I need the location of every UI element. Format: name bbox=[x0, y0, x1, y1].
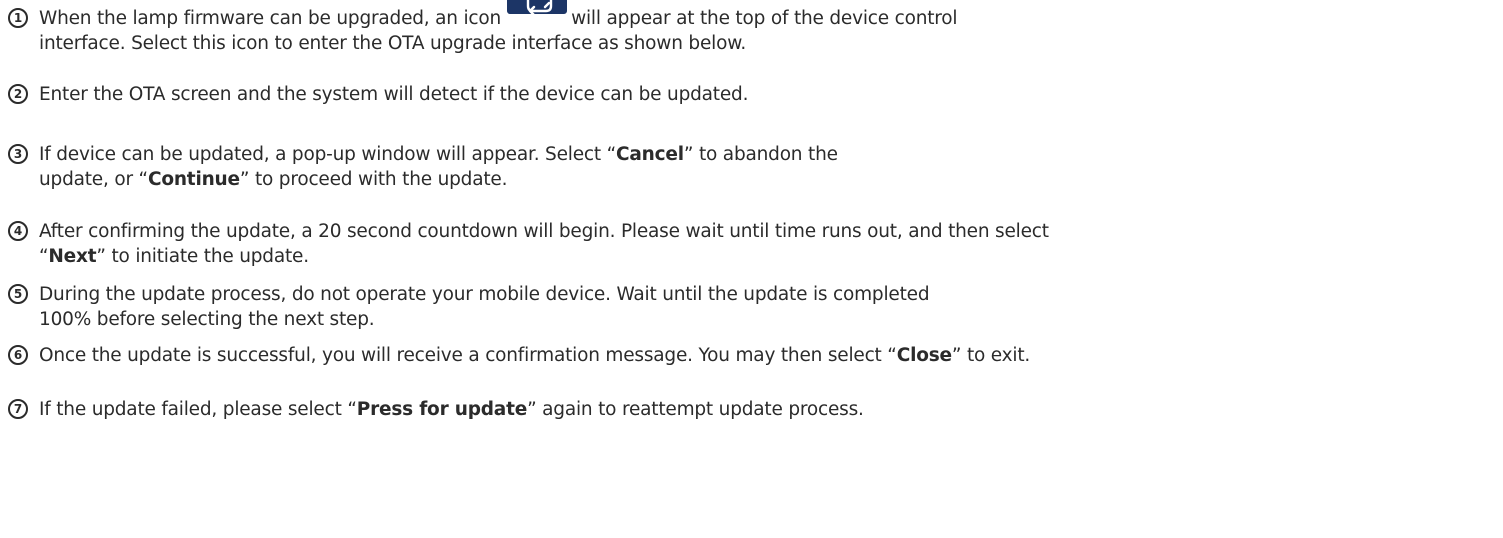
step-7-line-1: If the update failed, please select “Pre… bbox=[39, 397, 864, 422]
step-number-2: 2 bbox=[8, 84, 28, 104]
step-7: 7 If the update failed, please select “P… bbox=[8, 397, 1498, 422]
step-7-line-1-text-b: ” again to reattempt update process. bbox=[527, 399, 864, 420]
step-3-line-1-text-a: If device can be updated, a pop-up windo… bbox=[39, 144, 616, 165]
step-4: 4 After confirming the update, a 20 seco… bbox=[8, 219, 1498, 269]
step-1-line-1: When the lamp firmware can be upgraded, … bbox=[39, 0, 958, 31]
step-number-3: 3 bbox=[8, 144, 28, 164]
step-4-line-2: “Next” to initiate the update. bbox=[39, 244, 1049, 269]
step-3-line-2: update, or “Continue” to proceed with th… bbox=[39, 167, 838, 192]
step-7-line-1-text-a: If the update failed, please select “ bbox=[39, 399, 357, 420]
step-1: 1 When the lamp firmware can be upgraded… bbox=[8, 0, 1498, 56]
step-4-line-2-text-a: “ bbox=[39, 246, 49, 267]
step-1-text: When the lamp firmware can be upgraded, … bbox=[39, 0, 958, 56]
step-2-line-1: Enter the OTA screen and the system will… bbox=[39, 84, 749, 105]
step-3: 3 If device can be updated, a pop-up win… bbox=[8, 142, 1498, 192]
next-option-label: Next bbox=[48, 246, 97, 267]
step-5: 5 During the update process, do not oper… bbox=[8, 282, 1498, 332]
step-3-text: If device can be updated, a pop-up windo… bbox=[39, 142, 838, 192]
step-6: 6 Once the update is successful, you wil… bbox=[8, 343, 1498, 368]
step-6-line-1: Once the update is successful, you will … bbox=[39, 343, 1030, 368]
close-option-label: Close bbox=[896, 345, 952, 366]
step-7-text: If the update failed, please select “Pre… bbox=[39, 397, 864, 422]
step-number-5: 5 bbox=[8, 284, 28, 304]
step-number-7: 7 bbox=[8, 399, 28, 419]
step-5-line-1: During the update process, do not operat… bbox=[39, 284, 930, 305]
ota-instructions: 1 When the lamp firmware can be upgraded… bbox=[0, 0, 1503, 538]
step-4-line-1: After confirming the update, a 20 second… bbox=[39, 221, 1049, 242]
step-2: 2 Enter the OTA screen and the system wi… bbox=[8, 82, 1498, 107]
step-5-line-2: 100% before selecting the next step. bbox=[39, 309, 375, 330]
step-3-line-2-text-b: ” to proceed with the update. bbox=[239, 169, 508, 190]
step-4-text: After confirming the update, a 20 second… bbox=[39, 219, 1049, 269]
step-2-text: Enter the OTA screen and the system will… bbox=[39, 82, 748, 107]
step-1-line-2: interface. Select this icon to enter the… bbox=[39, 33, 747, 54]
step-1-line-1-before-icon: When the lamp firmware can be upgraded, … bbox=[39, 8, 502, 29]
step-number-4: 4 bbox=[8, 221, 28, 241]
ota-refresh-icon bbox=[507, 0, 568, 14]
step-3-line-2-text-a: update, or “ bbox=[39, 169, 148, 190]
cancel-option-label: Cancel bbox=[616, 144, 684, 165]
continue-option-label: Continue bbox=[147, 169, 240, 190]
step-1-line-1-after-icon: will appear at the top of the device con… bbox=[571, 8, 958, 29]
step-5-text: During the update process, do not operat… bbox=[39, 282, 930, 332]
step-4-line-2-text-b: ” to initiate the update. bbox=[96, 246, 309, 267]
step-6-text: Once the update is successful, you will … bbox=[39, 343, 1030, 368]
step-6-line-1-text-a: Once the update is successful, you will … bbox=[39, 345, 897, 366]
step-3-line-1-text-b: ” to abandon the bbox=[683, 144, 838, 165]
press-for-update-option-label: Press for update bbox=[356, 399, 528, 420]
step-number-6: 6 bbox=[8, 345, 28, 365]
step-3-line-1: If device can be updated, a pop-up windo… bbox=[39, 142, 838, 167]
step-number-1: 1 bbox=[8, 8, 28, 28]
step-6-line-1-text-b: ” to exit. bbox=[951, 345, 1031, 366]
